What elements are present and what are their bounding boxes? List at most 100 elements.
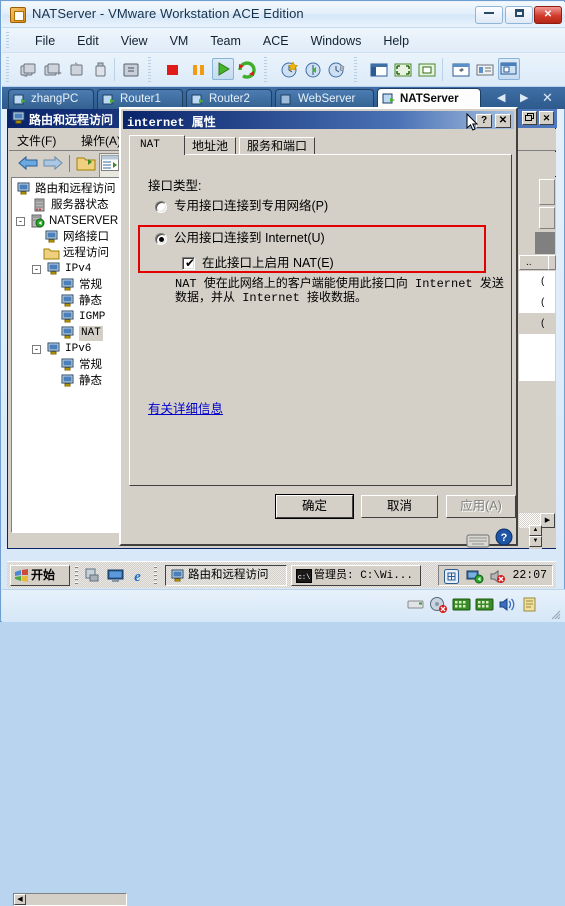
network-icon[interactable] <box>466 568 484 585</box>
show-hide-console-tree-icon[interactable] <box>76 154 96 177</box>
summary-view-icon[interactable] <box>120 59 142 81</box>
play-icon[interactable] <box>212 58 234 80</box>
computer-icon <box>60 310 76 325</box>
scroll-right-arrow-icon[interactable]: ▶ <box>540 513 555 528</box>
details-gray-band <box>535 232 555 254</box>
menu-team[interactable]: Team <box>199 29 252 53</box>
console-view-icon[interactable] <box>474 59 496 81</box>
resize-grip[interactable] <box>549 607 561 620</box>
internet-explorer-icon[interactable]: e <box>129 567 146 585</box>
vm-tab-zhangpc[interactable]: zhangPC <box>8 89 94 109</box>
menu-view[interactable]: View <box>110 29 159 53</box>
mmc-menu-file[interactable]: 文件(F) <box>17 132 56 149</box>
power-on-snapshot-icon[interactable] <box>18 59 40 81</box>
vm-tab-natserver[interactable]: NATServer <box>377 88 481 109</box>
vm-tab-webserver[interactable]: WebServer <box>275 89 374 109</box>
command-prompt-icon: c:\ <box>296 569 312 585</box>
revert-snapshot-icon[interactable] <box>66 59 88 81</box>
details-column-header-2[interactable] <box>548 255 556 270</box>
menu-help[interactable]: Help <box>372 29 420 53</box>
more-information-link[interactable]: 有关详细信息 <box>148 398 223 417</box>
tree-expander[interactable]: - <box>16 217 25 226</box>
toolbar-grip-1[interactable] <box>6 57 9 82</box>
details-row[interactable]: ( <box>519 313 555 334</box>
mmc-close-button[interactable]: ✕ <box>539 111 554 125</box>
network-icon-2[interactable] <box>475 596 494 613</box>
show-sidebar-icon[interactable] <box>368 59 390 81</box>
tab-prev-button[interactable]: ◀ <box>497 91 505 104</box>
vmware-tools-icon[interactable] <box>443 568 460 585</box>
forward-arrow-icon[interactable] <box>42 154 64 177</box>
details-list[interactable]: ( ( ( <box>519 271 555 381</box>
details-row[interactable]: ( <box>519 292 555 313</box>
pause-icon[interactable] <box>188 59 210 81</box>
manage-snapshots-icon[interactable] <box>326 59 348 81</box>
toolbar-grip-4[interactable] <box>354 57 357 82</box>
stop-icon[interactable] <box>162 59 184 81</box>
tree-horizontal-scrollbar[interactable]: ◀ <box>13 893 127 906</box>
dialog-titlebar[interactable]: internet 属性 ? ✕ <box>123 111 514 130</box>
spinner-up-arrow-icon[interactable]: ▲ <box>529 525 542 536</box>
dialog-title: internet 属性 <box>127 116 216 130</box>
vm-tab-router2[interactable]: Router2 <box>186 89 272 109</box>
menubar-grip[interactable] <box>6 32 9 49</box>
tab-next-button[interactable]: ▶ <box>520 91 528 104</box>
floppy-icon[interactable] <box>406 596 425 613</box>
sound-icon[interactable] <box>498 596 517 613</box>
printer-icon[interactable] <box>521 596 540 613</box>
cancel-button[interactable]: 取消 <box>361 495 438 518</box>
network-icon-1[interactable] <box>452 596 471 613</box>
tree-expander[interactable]: - <box>32 345 41 354</box>
mmc-restore-button[interactable] <box>522 111 537 125</box>
properties-icon[interactable] <box>99 153 121 178</box>
menu-file[interactable]: File <box>24 29 66 53</box>
ok-button[interactable]: 确定 <box>275 494 354 519</box>
multiple-monitors-icon[interactable] <box>498 58 520 80</box>
window-maximize-button[interactable] <box>505 6 533 24</box>
apply-button[interactable]: 应用(A) <box>446 495 516 518</box>
spinner-down-arrow-icon[interactable]: ▼ <box>529 536 542 547</box>
red-highlight-annotation <box>138 225 486 273</box>
window-close-button[interactable]: ✕ <box>534 6 562 24</box>
tab-close-button[interactable]: ✕ <box>542 90 553 106</box>
menu-edit[interactable]: Edit <box>66 29 110 53</box>
revert-icon[interactable] <box>302 59 324 81</box>
help-icon[interactable]: ? <box>495 528 513 546</box>
volume-muted-icon[interactable] <box>489 568 506 585</box>
menu-vm[interactable]: VM <box>159 29 200 53</box>
reset-icon[interactable] <box>236 59 258 81</box>
show-desktop-icon[interactable] <box>85 567 102 584</box>
on-screen-keyboard-icon[interactable] <box>466 530 490 550</box>
back-arrow-icon[interactable] <box>17 154 39 177</box>
taskbar-button-routing-remote-access[interactable]: 路由和远程访问 <box>165 565 287 586</box>
tree-expander[interactable]: - <box>32 265 41 274</box>
toolbar-grip-2[interactable] <box>148 57 151 82</box>
settings-icon[interactable] <box>450 59 472 81</box>
start-button[interactable]: 开始 <box>10 565 70 586</box>
details-row[interactable]: ( <box>519 271 555 292</box>
take-snapshot-icon[interactable] <box>278 59 300 81</box>
tab-address-pool[interactable]: 地址池 <box>184 137 237 155</box>
snapshot-manager-icon[interactable] <box>42 59 64 81</box>
computer-icon <box>46 262 62 277</box>
fullscreen-icon[interactable] <box>392 59 414 81</box>
menu-windows[interactable]: Windows <box>300 29 373 53</box>
window-minimize-button[interactable] <box>475 6 503 24</box>
taskbar-clock[interactable]: 22:07 <box>512 569 547 582</box>
spinner-control[interactable]: ▲ ▼ <box>529 525 542 549</box>
vm-tab-router1[interactable]: Router1 <box>97 89 183 109</box>
menu-ace[interactable]: ACE <box>252 29 300 53</box>
scroll-left-arrow-icon[interactable]: ◀ <box>14 894 26 905</box>
tab-nat[interactable]: NAT <box>129 135 185 155</box>
tab-services-ports[interactable]: 服务和端口 <box>239 137 316 155</box>
radio-button[interactable] <box>155 201 167 213</box>
usb-device-icon[interactable] <box>90 59 112 81</box>
disk-icon[interactable] <box>429 596 448 613</box>
toolbar-grip-3[interactable] <box>264 57 267 82</box>
quick-switch-icon[interactable] <box>416 59 438 81</box>
taskbar-button-command-prompt[interactable]: c:\ 管理员: C:\Wi... <box>291 565 421 586</box>
mmc-menu-action[interactable]: 操作(A) <box>81 132 121 149</box>
desktop-icon[interactable] <box>107 567 124 584</box>
dialog-close-button[interactable]: ✕ <box>495 114 511 128</box>
console-tree-pane[interactable]: 路由和远程访问 服务器状态 - NATSERVER 网络接口 远程访问 - IP… <box>11 177 125 533</box>
